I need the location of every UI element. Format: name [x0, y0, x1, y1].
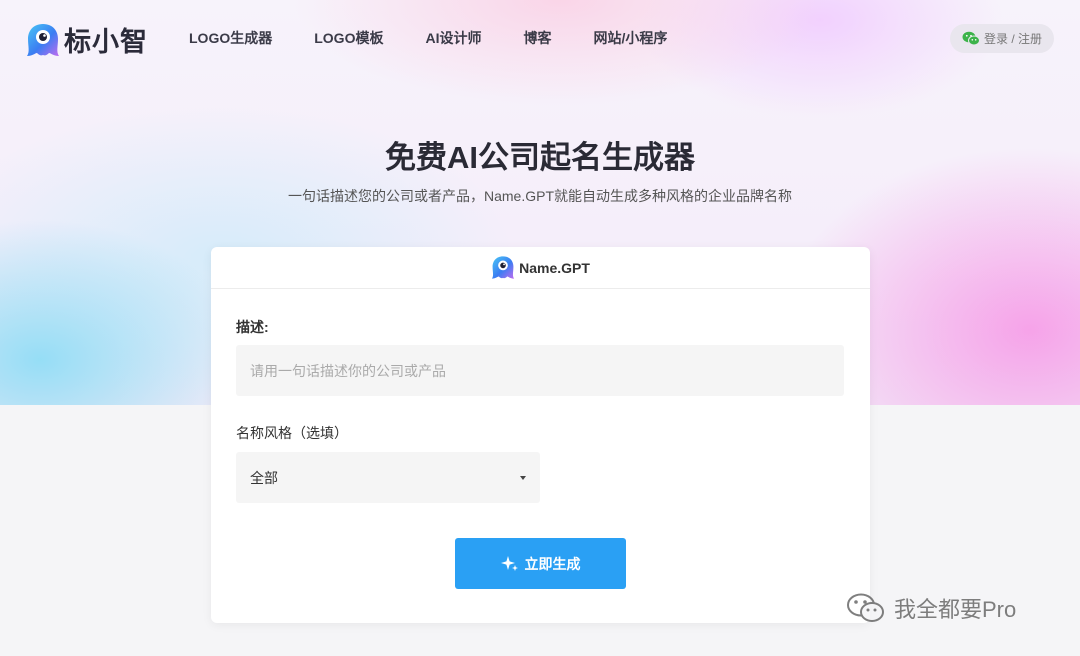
card-title: Name.GPT: [519, 259, 590, 276]
description-label: 描述:: [236, 319, 269, 335]
description-input[interactable]: [236, 345, 844, 396]
generate-button[interactable]: 立即生成: [455, 538, 626, 589]
caret-down-icon: [520, 475, 526, 480]
card-header: Name.GPT: [211, 247, 870, 289]
generate-label: 立即生成: [524, 555, 581, 572]
page-title: 免费AI公司起名生成器: [385, 140, 695, 175]
sparkle-icon: [500, 555, 518, 571]
nav-item-blog[interactable]: 博客: [523, 28, 551, 48]
name-style-label: 名称风格（选填）: [236, 425, 348, 441]
watermark-text: 我全都要Pro: [894, 597, 1017, 622]
wechat-icon: [847, 593, 884, 622]
main-nav: LOGO生成器 LOGO模板 AI设计师 博客 网站/小程序: [189, 28, 709, 48]
brand-name: 标小智: [64, 27, 148, 57]
name-style-select[interactable]: 全部: [236, 452, 540, 503]
nav-item-logo-templates[interactable]: LOGO模板: [314, 28, 383, 48]
page-subtitle: 一句话描述您的公司或者产品，Name.GPT就能自动生成多种风格的企业品牌名称: [287, 188, 792, 204]
name-style-value: 全部: [250, 469, 278, 486]
mascot-logo-icon: [491, 256, 515, 279]
nav-item-ai-designer[interactable]: AI设计师: [425, 28, 481, 48]
brand-logo[interactable]: 标小智: [26, 20, 148, 59]
name-generator-card: Name.GPT 描述: 名称风格（选填） 全部 立即生成: [211, 247, 870, 623]
top-header: 标小智 LOGO生成器 LOGO模板 AI设计师 博客 网站/小程序 登录 / …: [0, 0, 1080, 78]
wechat-icon: [962, 31, 980, 46]
nav-item-logo-generator[interactable]: LOGO生成器: [189, 28, 272, 48]
watermark: 我全都要Pro: [846, 592, 1016, 624]
mascot-logo-icon: [27, 23, 59, 56]
nav-item-website-miniprogram[interactable]: 网站/小程序: [593, 28, 667, 48]
login-label: 登录 / 注册: [983, 32, 1042, 46]
login-register-button[interactable]: 登录 / 注册: [950, 24, 1054, 53]
